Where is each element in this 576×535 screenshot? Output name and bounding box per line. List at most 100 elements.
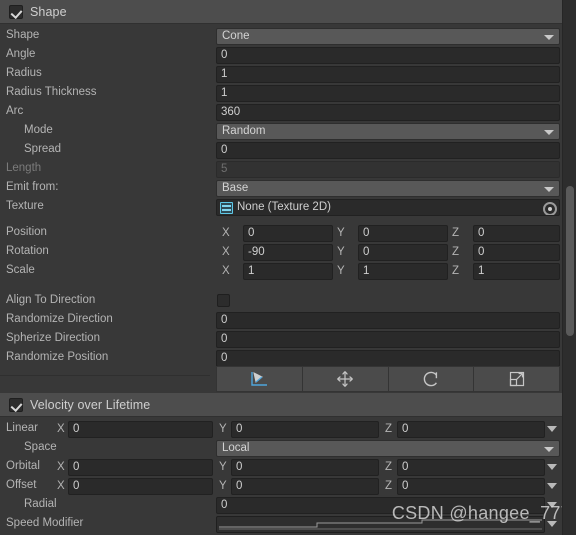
label-rotation: Rotation <box>6 245 49 257</box>
shape-dropdown[interactable]: Cone <box>216 28 560 45</box>
length-input: 5 <box>216 161 560 178</box>
offset-z-input[interactable]: 0 <box>397 478 545 495</box>
speed-modifier-mode-chevron-down-icon[interactable] <box>547 521 557 527</box>
scale-tool-button[interactable] <box>473 366 560 392</box>
label-randomize-position: Randomize Position <box>6 351 109 363</box>
shape-module-header[interactable]: Shape <box>0 0 562 24</box>
orbital-x-input[interactable]: 0 <box>68 459 213 476</box>
angle-input[interactable]: 0 <box>216 47 560 64</box>
rotate-tool-button[interactable] <box>387 366 474 392</box>
axis-label-x: X <box>222 227 230 239</box>
linear-z-input[interactable]: 0 <box>397 421 545 438</box>
shape-edit-tool-button[interactable] <box>216 366 302 392</box>
label-radius-thickness: Radius Thickness <box>6 86 97 98</box>
unity-inspector-panel: Shape Shape Cone Angle 0 Radius 1 Radius… <box>0 0 576 535</box>
arc-mode-dropdown[interactable]: Random <box>216 123 560 140</box>
label-linear: Linear <box>6 422 38 434</box>
offset-mode-chevron-down-icon[interactable] <box>547 483 557 489</box>
label-arc: Arc <box>6 105 24 117</box>
velocity-module-header[interactable]: Velocity over Lifetime <box>0 393 562 417</box>
label-angle: Angle <box>6 48 36 60</box>
texture-object-field[interactable]: None (Texture 2D) <box>216 199 560 216</box>
label-position: Position <box>6 226 47 238</box>
align-to-direction-checkbox[interactable] <box>217 294 230 307</box>
label-radius: Radius <box>6 67 42 79</box>
rotation-z-input[interactable]: 0 <box>473 244 560 261</box>
edit-shape-icon <box>251 372 268 386</box>
speed-modifier-curve-field[interactable] <box>216 516 545 533</box>
label-shape: Shape <box>6 29 40 41</box>
randomize-position-input[interactable]: 0 <box>216 350 560 367</box>
vertical-scrollbar-thumb[interactable] <box>566 186 574 336</box>
move-tool-button[interactable] <box>301 366 388 392</box>
randomize-direction-input[interactable]: 0 <box>216 312 560 329</box>
row-scale: Scale X 1 Y 1 Z 1 <box>0 261 562 283</box>
axis-label-z: Z <box>385 480 393 492</box>
texture2d-icon <box>220 202 233 214</box>
label-speed-modifier: Speed Modifier <box>6 517 84 529</box>
axis-label-x: X <box>57 461 65 473</box>
label-emit-from: Emit from: <box>6 181 59 193</box>
shape-module-enable-checkbox[interactable] <box>9 4 23 19</box>
scale-y-input[interactable]: 1 <box>358 263 448 280</box>
velocity-module-title: Velocity over Lifetime <box>30 397 151 412</box>
scale-x-input[interactable]: 1 <box>243 263 333 280</box>
linear-mode-chevron-down-icon[interactable] <box>547 426 557 432</box>
row-texture: Texture None (Texture 2D) <box>0 197 562 219</box>
radial-mode-chevron-down-icon[interactable] <box>547 502 557 508</box>
axis-label-y: Y <box>219 461 227 473</box>
label-radial: Radial <box>24 498 57 510</box>
chevron-down-icon <box>544 130 554 135</box>
rotation-y-input[interactable]: 0 <box>358 244 448 261</box>
chevron-down-icon <box>544 187 554 192</box>
offset-x-input[interactable]: 0 <box>68 478 213 495</box>
position-y-input[interactable]: 0 <box>358 225 448 242</box>
scale-icon <box>509 371 524 387</box>
radial-input[interactable]: 0 <box>216 497 545 514</box>
axis-label-y: Y <box>219 480 227 492</box>
label-texture: Texture <box>6 200 44 212</box>
axis-label-z: Z <box>385 461 393 473</box>
axis-label-y: Y <box>337 246 345 258</box>
rotate-icon <box>423 371 437 387</box>
offset-y-input[interactable]: 0 <box>231 478 379 495</box>
shape-module-title: Shape <box>30 4 67 19</box>
orbital-z-input[interactable]: 0 <box>397 459 545 476</box>
chevron-down-icon <box>544 447 554 452</box>
spherize-direction-input[interactable]: 0 <box>216 331 560 348</box>
label-space: Space <box>24 441 57 453</box>
axis-label-y: Y <box>219 423 227 435</box>
space-dropdown-value: Local <box>222 442 250 454</box>
label-spherize-direction: Spherize Direction <box>6 332 100 344</box>
linear-y-input[interactable]: 0 <box>231 421 379 438</box>
arc-input[interactable]: 360 <box>216 104 560 121</box>
orbital-y-input[interactable]: 0 <box>231 459 379 476</box>
axis-label-z: Z <box>452 246 460 258</box>
axis-label-x: X <box>222 246 230 258</box>
emit-from-dropdown[interactable]: Base <box>216 180 560 197</box>
object-picker-icon[interactable] <box>543 202 557 215</box>
axis-label-x: X <box>57 480 65 492</box>
shape-tools-strip <box>216 366 560 392</box>
rotation-x-input[interactable]: -90 <box>243 244 333 261</box>
vertical-scrollbar-track[interactable] <box>562 0 576 535</box>
axis-label-z: Z <box>452 265 460 277</box>
radius-input[interactable]: 1 <box>216 66 560 83</box>
axis-label-y: Y <box>337 265 345 277</box>
orbital-mode-chevron-down-icon[interactable] <box>547 464 557 470</box>
toolstrip-divider <box>0 375 210 376</box>
linear-x-input[interactable]: 0 <box>68 421 213 438</box>
axis-label-x: X <box>57 423 65 435</box>
chevron-down-icon <box>544 35 554 40</box>
label-arc-spread: Spread <box>24 143 62 155</box>
label-offset: Offset <box>6 479 37 491</box>
scale-z-input[interactable]: 1 <box>473 263 560 280</box>
position-z-input[interactable]: 0 <box>473 225 560 242</box>
position-x-input[interactable]: 0 <box>243 225 333 242</box>
velocity-module-enable-checkbox[interactable] <box>9 397 23 412</box>
arc-spread-input[interactable]: 0 <box>216 142 560 159</box>
space-dropdown[interactable]: Local <box>216 440 560 457</box>
axis-label-z: Z <box>385 423 393 435</box>
radius-thickness-input[interactable]: 1 <box>216 85 560 102</box>
axis-label-z: Z <box>452 227 460 239</box>
